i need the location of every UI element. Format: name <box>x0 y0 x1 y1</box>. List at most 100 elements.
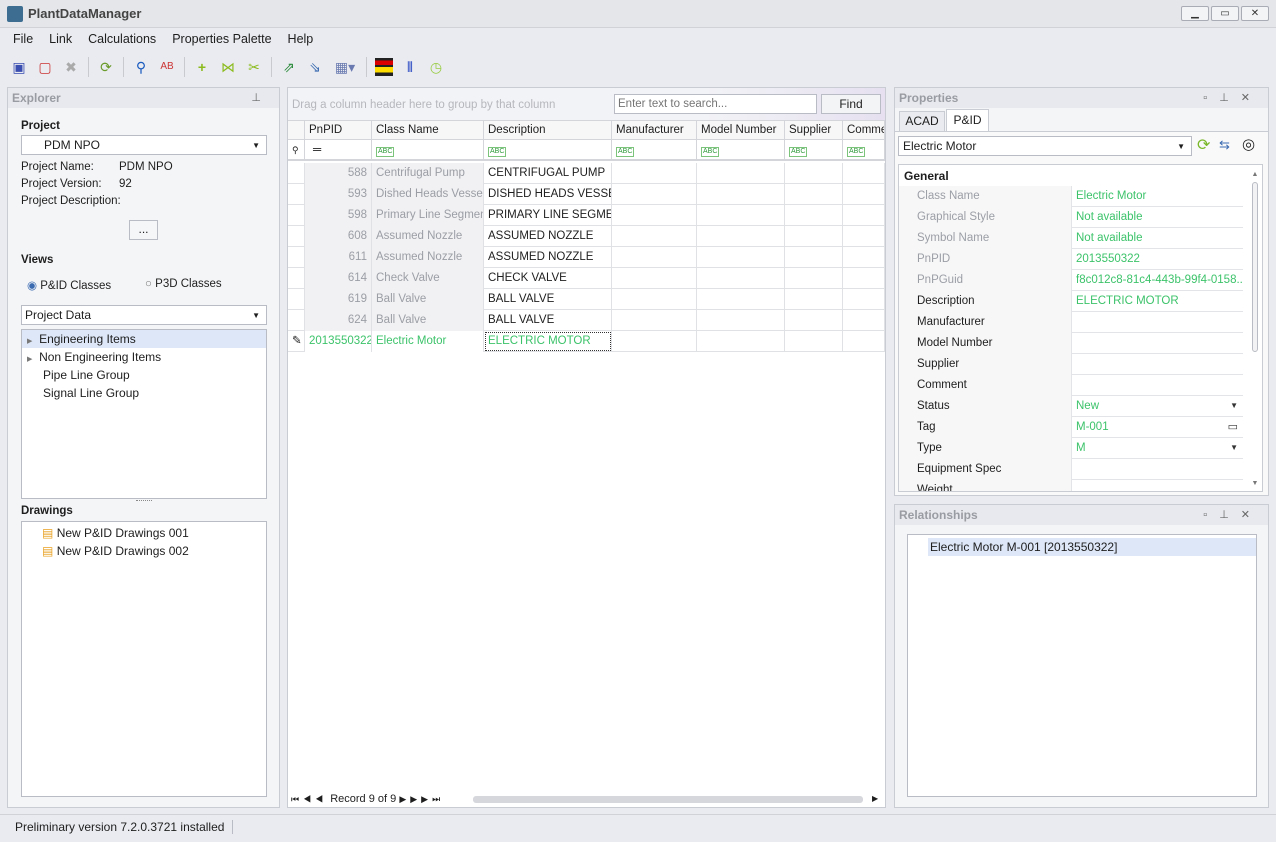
cell-comment[interactable] <box>843 226 885 247</box>
cell-manufacturer[interactable] <box>612 163 697 184</box>
row-indicator[interactable] <box>288 205 305 226</box>
cell-description[interactable]: DISHED HEADS VESSEL <box>484 184 612 205</box>
unlink-icon[interactable]: ✂ <box>243 56 265 78</box>
column-header-pnpid[interactable]: PnPID <box>305 121 372 141</box>
row-indicator[interactable] <box>288 310 305 331</box>
filter-pin-icon[interactable]: ⚲ <box>288 141 305 161</box>
cell-description[interactable]: ASSUMED NOZZLE <box>484 226 612 247</box>
edit-dialog-icon[interactable]: ▭ <box>1228 417 1238 437</box>
property-value[interactable] <box>1072 375 1243 396</box>
property-row[interactable]: Supplier <box>899 354 1243 375</box>
scroll-thumb[interactable] <box>1252 182 1258 352</box>
cell-pnpid[interactable]: 588 <box>305 163 372 184</box>
cell-description[interactable]: ASSUMED NOZZLE <box>484 247 612 268</box>
property-row[interactable]: Graphical Style Not available <box>899 207 1243 228</box>
find-button[interactable]: Find <box>821 94 881 114</box>
more-button[interactable]: ... <box>129 220 158 240</box>
scroll-up-icon[interactable]: ▲ <box>1248 171 1262 178</box>
cell-comment[interactable] <box>843 184 885 205</box>
view-select-icon[interactable]: ▦▾ <box>330 56 360 78</box>
menu-file[interactable]: File <box>5 29 41 49</box>
radio-p3d-classes[interactable]: ○ P3D Classes <box>145 278 222 290</box>
cell-manufacturer[interactable] <box>612 289 697 310</box>
cell-manufacturer[interactable] <box>612 331 697 352</box>
property-row[interactable]: Description ELECTRIC MOTOR <box>899 291 1243 312</box>
cell-pnpid[interactable]: 598 <box>305 205 372 226</box>
add-icon[interactable]: + <box>191 56 213 78</box>
property-row[interactable]: Comment <box>899 375 1243 396</box>
filter-cell[interactable]: ABC <box>697 141 785 161</box>
cell-pnpid[interactable]: 619 <box>305 289 372 310</box>
table-row[interactable]: 611 Assumed Nozzle ASSUMED NOZZLE <box>288 247 885 268</box>
cell-description[interactable]: ELECTRIC MOTOR <box>484 331 612 352</box>
chevron-down-icon[interactable]: ▼ <box>1230 396 1238 416</box>
column-header-manufacturer[interactable]: Manufacturer <box>612 121 697 141</box>
add-link-icon[interactable]: ⋈ <box>217 56 239 78</box>
relationship-item[interactable]: Electric Motor M-001 [2013550322] <box>928 538 1256 556</box>
column-header-description[interactable]: Description <box>484 121 612 141</box>
property-row[interactable]: Manufacturer <box>899 312 1243 333</box>
cell-pnpid[interactable]: 624 <box>305 310 372 331</box>
property-row[interactable]: Model Number <box>899 333 1243 354</box>
cell-model-number[interactable] <box>697 163 785 184</box>
chevron-down-icon[interactable]: ▼ <box>1230 438 1238 458</box>
tree-item-engineering-items[interactable]: ▶ Engineering Items <box>22 330 266 348</box>
expand-icon[interactable]: ▶ <box>27 338 32 345</box>
cell-supplier[interactable] <box>785 163 843 184</box>
cell-model-number[interactable] <box>697 268 785 289</box>
drawing-item[interactable]: ▤ New P&ID Drawings 002 <box>22 542 266 560</box>
cell-pnpid[interactable]: 2013550322 <box>305 331 372 352</box>
nav-next-last-icons[interactable]: ▶▶▶⏭ <box>399 794 444 804</box>
cell-class-name[interactable]: Primary Line Segment <box>372 205 484 226</box>
table-row[interactable]: 608 Assumed Nozzle ASSUMED NOZZLE <box>288 226 885 247</box>
cell-class-name[interactable]: Ball Valve <box>372 289 484 310</box>
pin-icon[interactable]: ⊥ <box>251 91 273 104</box>
cell-supplier[interactable] <box>785 205 843 226</box>
property-value[interactable] <box>1072 354 1243 375</box>
search-input[interactable] <box>614 94 817 114</box>
cell-supplier[interactable] <box>785 310 843 331</box>
cell-model-number[interactable] <box>697 247 785 268</box>
property-value[interactable] <box>1072 333 1243 354</box>
cell-description[interactable]: CENTRIFUGAL PUMP <box>484 163 612 184</box>
row-indicator[interactable] <box>288 289 305 310</box>
history-icon[interactable]: ◷ <box>425 56 447 78</box>
cell-manufacturer[interactable] <box>612 226 697 247</box>
filter-cell[interactable]: ABC <box>612 141 697 161</box>
replace-icon[interactable]: AB <box>156 56 178 78</box>
cell-pnpid[interactable]: 614 <box>305 268 372 289</box>
row-indicator[interactable] <box>288 268 305 289</box>
filter-equals-icon[interactable]: ═ <box>305 141 372 161</box>
search-icon[interactable]: ⚲ <box>130 56 152 78</box>
cell-pnpid[interactable]: 611 <box>305 247 372 268</box>
cell-manufacturer[interactable] <box>612 247 697 268</box>
cell-model-number[interactable] <box>697 310 785 331</box>
cell-class-name[interactable]: Assumed Nozzle <box>372 247 484 268</box>
filter-cell[interactable]: ABC <box>843 141 885 161</box>
cell-model-number[interactable] <box>697 184 785 205</box>
cell-comment[interactable] <box>843 310 885 331</box>
row-indicator[interactable] <box>288 247 305 268</box>
sync-icon[interactable]: ⇆ <box>1219 137 1230 153</box>
close-document-icon[interactable]: ▢ <box>34 56 56 78</box>
cell-supplier[interactable] <box>785 331 843 352</box>
property-row[interactable]: Tag M-001 ▭ <box>899 417 1243 438</box>
cell-supplier[interactable] <box>785 268 843 289</box>
column-header-class-name[interactable]: Class Name <box>372 121 484 141</box>
panel-window-controls[interactable]: ▫⊥✕ <box>1203 508 1262 521</box>
scroll-right-icon[interactable]: ▶ <box>872 791 878 807</box>
property-row[interactable]: Class Name Electric Motor <box>899 186 1243 207</box>
tab-pid[interactable]: P&ID <box>946 109 989 132</box>
cell-supplier[interactable] <box>785 247 843 268</box>
cell-description[interactable]: CHECK VALVE <box>484 268 612 289</box>
menu-properties-palette[interactable]: Properties Palette <box>164 29 279 49</box>
property-value[interactable]: ELECTRIC MOTOR <box>1072 291 1243 312</box>
drawing-item[interactable]: ▤ New P&ID Drawings 001 <box>22 524 266 542</box>
row-indicator[interactable] <box>288 163 305 184</box>
cell-supplier[interactable] <box>785 226 843 247</box>
save-icon[interactable]: ▣ <box>8 56 30 78</box>
cell-pnpid[interactable]: 593 <box>305 184 372 205</box>
refresh-icon[interactable]: ⟳ <box>95 56 117 78</box>
tree-item-pipe-line-group[interactable]: Pipe Line Group <box>22 366 266 384</box>
cell-class-name[interactable]: Check Valve <box>372 268 484 289</box>
